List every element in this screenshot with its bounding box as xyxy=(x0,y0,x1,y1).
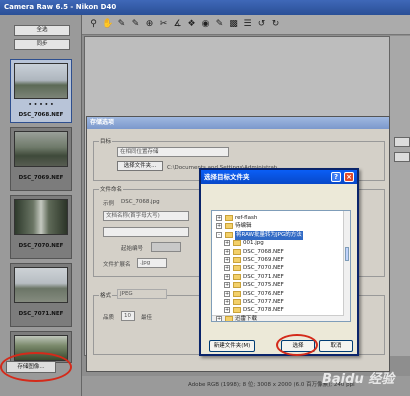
quality-field[interactable]: 10 xyxy=(121,311,135,321)
thumbnail-image xyxy=(14,63,68,99)
thumbnail-label: DSC_7069.NEF xyxy=(18,175,64,181)
expand-icon[interactable]: + xyxy=(224,257,230,263)
extension-select[interactable]: .jpg xyxy=(137,258,167,268)
select-all-button[interactable]: 全选 xyxy=(14,25,70,36)
red-eye-tool-icon[interactable]: ◉ xyxy=(200,19,211,30)
graduated-filter-icon[interactable]: ▩ xyxy=(228,19,239,30)
format-label: 格式 xyxy=(99,291,113,299)
crop-tool-icon[interactable]: ✂ xyxy=(158,19,169,30)
thumbnail-label: DSC_7070.NEF xyxy=(18,243,64,249)
start-number-label: 起始编号 xyxy=(121,246,144,252)
folder-icon xyxy=(233,273,241,280)
adjustment-brush-icon[interactable]: ✎ xyxy=(214,19,225,30)
preferences-icon[interactable]: ☰ xyxy=(242,19,253,30)
example-value: DSC_7068.jpg xyxy=(121,199,160,205)
folder-icon xyxy=(233,282,241,289)
right-panel-button[interactable] xyxy=(394,137,410,147)
folder-icon xyxy=(225,231,233,238)
highlight-ring xyxy=(0,352,72,382)
tree-row[interactable]: + 迅雷下载 xyxy=(212,315,342,322)
cancel-button[interactable]: 取消 xyxy=(319,340,353,352)
tools-toolbar: ⚲ ✋ ✎ ✎ ⊕ ✂ ∡ ❖ ◉ ✎ ▩ ☰ ↺ ↻ xyxy=(82,15,410,35)
right-panel-button[interactable] xyxy=(394,152,410,162)
folder-icon xyxy=(225,215,233,221)
help-icon[interactable]: ? xyxy=(331,172,341,182)
expand-icon[interactable]: + xyxy=(224,265,230,272)
thumbnail-dsc-7069[interactable]: DSC_7069.NEF xyxy=(10,127,72,191)
quality-description: 最佳 xyxy=(141,315,153,321)
rotate-right-icon[interactable]: ↻ xyxy=(270,19,281,30)
expand-icon[interactable]: + xyxy=(224,273,230,280)
collapse-icon[interactable]: - xyxy=(216,231,222,238)
window-title: Camera Raw 6.5 - Nikon D40 xyxy=(0,0,410,15)
naming-extra-field[interactable] xyxy=(103,227,189,237)
thumbnail-dsc-7068[interactable]: • • • • • DSC_7068.NEF xyxy=(10,59,72,123)
spot-removal-tool-icon[interactable]: ❖ xyxy=(186,19,197,30)
naming-select[interactable]: 文档名称(首字母大写) xyxy=(103,211,189,221)
expand-icon[interactable]: + xyxy=(224,248,230,255)
folder-icon xyxy=(225,315,233,321)
folder-icon xyxy=(233,265,241,272)
thumbnail-label: DSC_7068.NEF xyxy=(18,112,64,118)
folder-icon xyxy=(225,223,233,230)
start-number-field[interactable] xyxy=(151,242,181,252)
expand-icon[interactable]: + xyxy=(216,223,222,230)
highlight-ring xyxy=(276,334,318,356)
new-folder-button[interactable]: 新建文件夹(M) xyxy=(209,340,255,352)
file-naming-label: 文件命名 xyxy=(99,185,124,193)
save-options-title: 存储选项 xyxy=(87,117,389,129)
hand-tool-icon[interactable]: ✋ xyxy=(102,19,113,30)
folder-icon xyxy=(233,257,241,263)
folder-tree[interactable]: + ref-flash + 待编辑 - 将RAW批量转为JPG的方法 +001.jpg + DS… xyxy=(211,210,351,322)
sync-button[interactable]: 同步 xyxy=(14,39,70,50)
expand-icon[interactable]: + xyxy=(224,240,230,247)
thumbnail-rating: • • • • • xyxy=(28,102,54,108)
tree-item-label: 迅雷下载 xyxy=(235,315,258,322)
expand-icon[interactable]: + xyxy=(224,307,230,314)
expand-icon[interactable]: + xyxy=(224,282,230,289)
extension-label: 文件扩展名 xyxy=(103,262,131,268)
expand-icon[interactable]: + xyxy=(216,315,222,321)
close-icon[interactable]: × xyxy=(344,172,354,182)
choose-folder-button[interactable]: 选择文件夹... xyxy=(117,161,163,171)
tree-vertical-scrollbar[interactable] xyxy=(343,211,350,321)
white-balance-tool-icon[interactable]: ✎ xyxy=(116,19,127,30)
thumbnail-image xyxy=(14,131,68,167)
example-label: 示例 xyxy=(103,201,115,207)
rotate-left-icon[interactable]: ↺ xyxy=(256,19,267,30)
scrollbar-thumb[interactable] xyxy=(345,247,349,261)
right-panel xyxy=(390,36,410,356)
format-select[interactable]: JPEG xyxy=(117,289,167,299)
folder-icon xyxy=(233,240,241,247)
thumbnail-image xyxy=(14,267,68,303)
expand-icon[interactable]: + xyxy=(224,290,230,297)
thumbnail-label: DSC_7071.NEF xyxy=(18,311,64,317)
color-sampler-tool-icon[interactable]: ✎ xyxy=(130,19,141,30)
zoom-tool-icon[interactable]: ⚲ xyxy=(88,19,99,30)
destination-label: 目标 xyxy=(99,137,113,145)
target-adjust-tool-icon[interactable]: ⊕ xyxy=(144,19,155,30)
destination-select[interactable]: 在相同位置存储 xyxy=(117,147,229,157)
folder-icon xyxy=(233,248,241,255)
browse-folder-dialog: 选择目标文件夹 ? × + ref-flash + 待编辑 - 将RAW批量转为JPG的方… xyxy=(199,168,359,356)
thumbnail-dsc-7070[interactable]: DSC_7070.NEF xyxy=(10,195,72,259)
folder-icon xyxy=(233,290,241,297)
thumbnail-dsc-7071[interactable]: DSC_7071.NEF xyxy=(10,263,72,327)
folder-icon xyxy=(233,307,241,314)
quality-label: 品质 xyxy=(103,315,115,321)
folder-icon xyxy=(233,299,241,305)
straighten-tool-icon[interactable]: ∡ xyxy=(172,19,183,30)
expand-icon[interactable]: + xyxy=(216,215,222,221)
thumbnail-image xyxy=(14,199,68,235)
expand-icon[interactable]: + xyxy=(224,299,230,305)
filmstrip-panel: 全选 同步 • • • • • DSC_7068.NEF DSC_7069.NE… xyxy=(0,15,82,396)
